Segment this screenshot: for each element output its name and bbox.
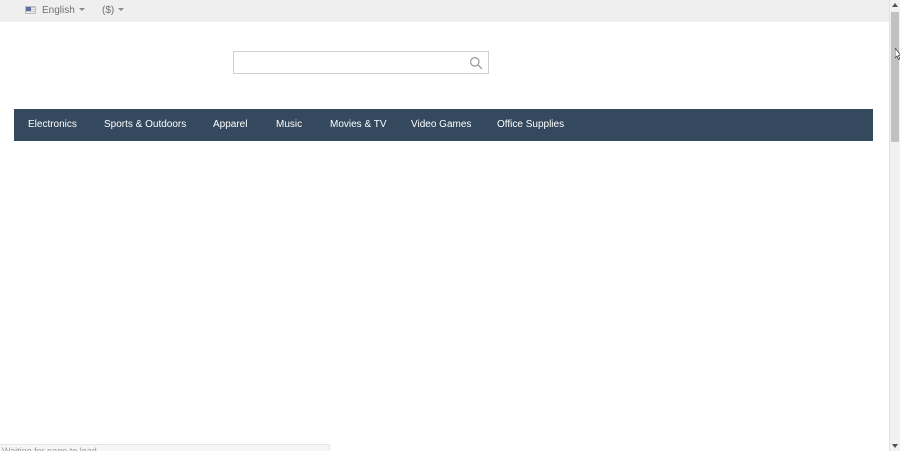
top-bar: English ($) [0, 0, 889, 22]
language-label: English [42, 5, 75, 16]
currency-label: ($) [102, 5, 115, 16]
nav-item-video-games[interactable]: Video Games [411, 109, 471, 141]
currency-dropdown[interactable]: ($) [102, 0, 125, 22]
search-input[interactable] [234, 52, 464, 73]
nav-item-apparel[interactable]: Apparel [213, 109, 247, 141]
us-flag-icon [25, 6, 36, 14]
nav-item-electronics[interactable]: Electronics [28, 109, 77, 141]
search-icon[interactable] [469, 56, 483, 70]
language-dropdown[interactable]: English [25, 0, 85, 22]
caret-down-icon [118, 8, 125, 11]
vertical-scrollbar[interactable] [889, 0, 900, 451]
scroll-up-arrow-icon[interactable] [892, 3, 898, 7]
mouse-cursor-icon [895, 48, 900, 60]
nav-item-office-supplies[interactable]: Office Supplies [497, 109, 564, 141]
scroll-down-arrow-icon[interactable] [892, 444, 898, 448]
scroll-thumb[interactable] [891, 12, 899, 142]
category-nav: Electronics Sports & Outdoors Apparel Mu… [14, 109, 873, 141]
status-bar: Waiting for page to load... [0, 444, 330, 451]
caret-down-icon [78, 8, 85, 11]
page-content: English ($) Electronics Sports & Outdoor… [0, 0, 889, 451]
nav-item-sports-outdoors[interactable]: Sports & Outdoors [104, 109, 186, 141]
search-box [233, 51, 489, 74]
nav-item-music[interactable]: Music [276, 109, 302, 141]
browser-viewport: English ($) Electronics Sports & Outdoor… [0, 0, 900, 451]
nav-item-movies-tv[interactable]: Movies & TV [330, 109, 387, 141]
